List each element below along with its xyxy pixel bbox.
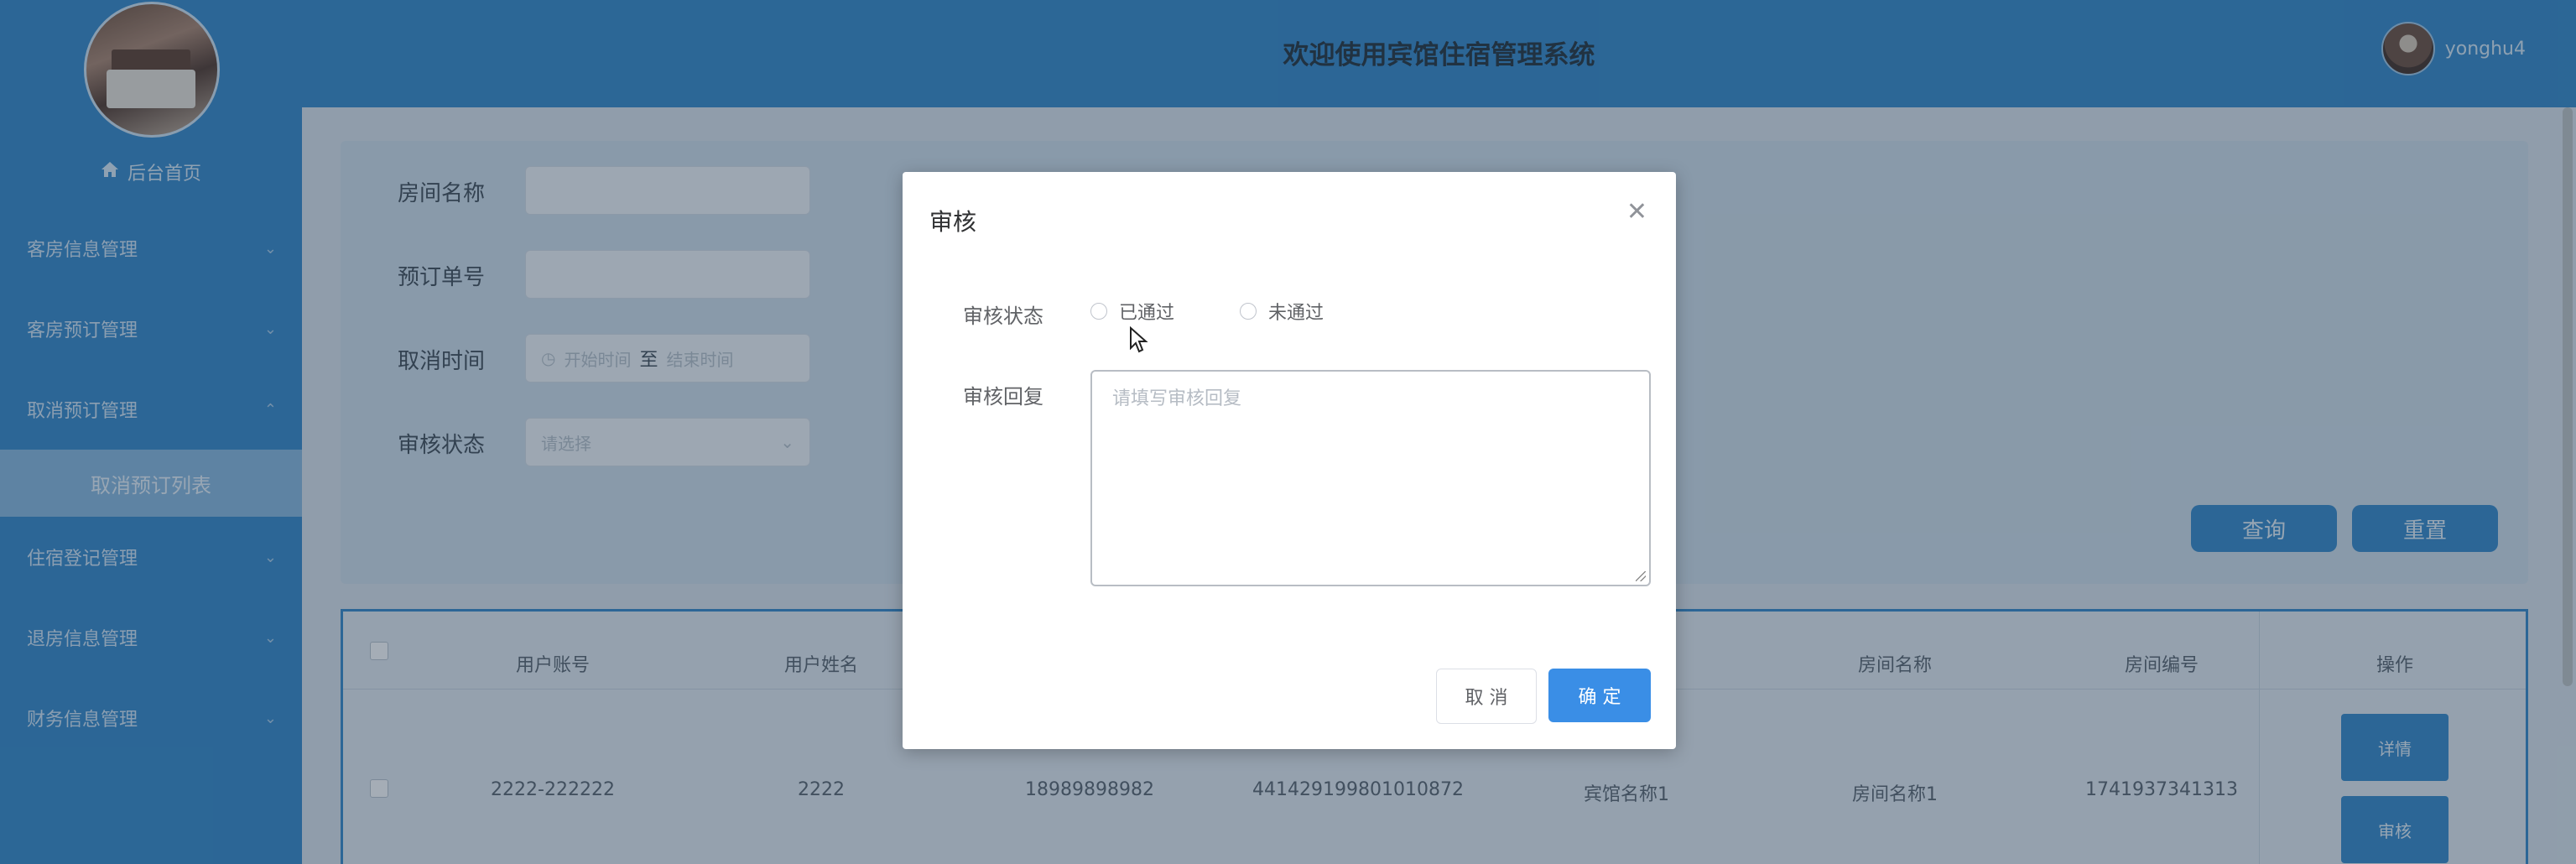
page-scrollbar[interactable] <box>2563 107 2573 686</box>
cancel-button[interactable]: 取 消 <box>1436 669 1537 724</box>
radio-circle-icon <box>1090 303 1107 320</box>
mouse-cursor-icon <box>1130 326 1148 353</box>
audit-reply-label: 审核回复 <box>963 385 1043 409</box>
confirm-button[interactable]: 确 定 <box>1548 669 1651 722</box>
resize-handle-icon[interactable] <box>1636 571 1646 581</box>
audit-reply-placeholder: 请填写审核回复 <box>1112 388 1242 409</box>
radio-circle-icon <box>1240 303 1257 320</box>
radio-option-passed[interactable]: 已通过 <box>1090 298 1174 325</box>
dialog-title: 审核 <box>929 208 977 236</box>
radio-passed-label: 已通过 <box>1119 303 1175 324</box>
radio-option-failed[interactable]: 未通过 <box>1240 298 1324 325</box>
audit-status-label: 审核状态 <box>963 304 1043 328</box>
audit-dialog: 审核 ✕ 审核状态 已通过 未通过 审核回复 请填写审核回复 取 消 确 定 <box>903 172 1676 749</box>
audit-reply-textarea[interactable]: 请填写审核回复 <box>1090 370 1651 586</box>
close-icon[interactable]: ✕ <box>1626 197 1647 226</box>
radio-failed-label: 未通过 <box>1268 303 1324 324</box>
